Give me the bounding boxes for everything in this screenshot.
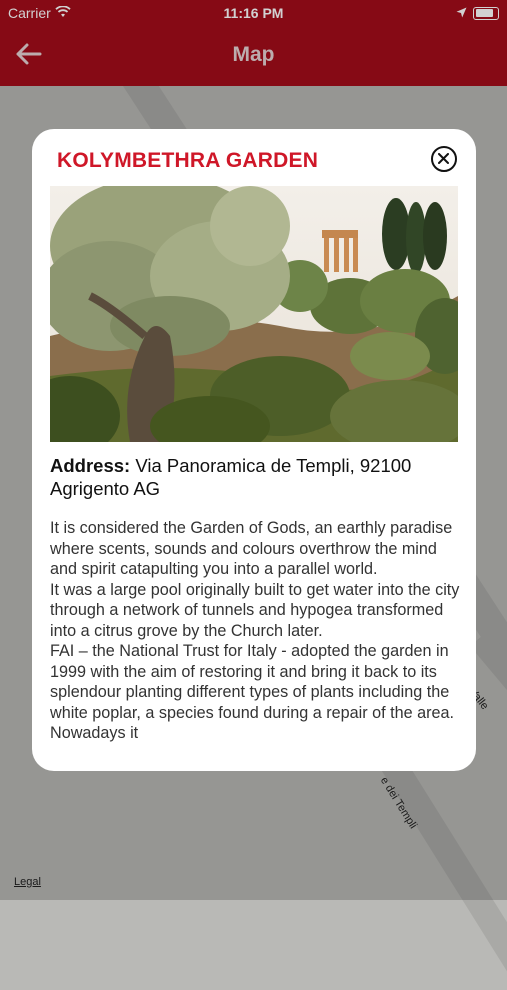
address-label: Address: [50,455,131,476]
close-icon [438,153,449,164]
description-paragraph: It was a large pool originally built to … [50,580,460,640]
close-button[interactable] [431,146,457,172]
place-photo[interactable] [50,186,458,442]
place-description[interactable]: It is considered the Garden of Gods, an … [50,518,464,750]
place-title: KOLYMBETHRA GARDEN [57,149,319,172]
place-address: Address: Via Panoramica de Templi, 92100… [50,454,460,500]
description-paragraph: FAI – the National Trust for Italy - ado… [50,642,455,742]
description-paragraph: It is considered the Garden of Gods, an … [50,519,453,578]
place-detail-card: KOLYMBETHRA GARDEN Address: Via Panorami… [32,129,476,771]
